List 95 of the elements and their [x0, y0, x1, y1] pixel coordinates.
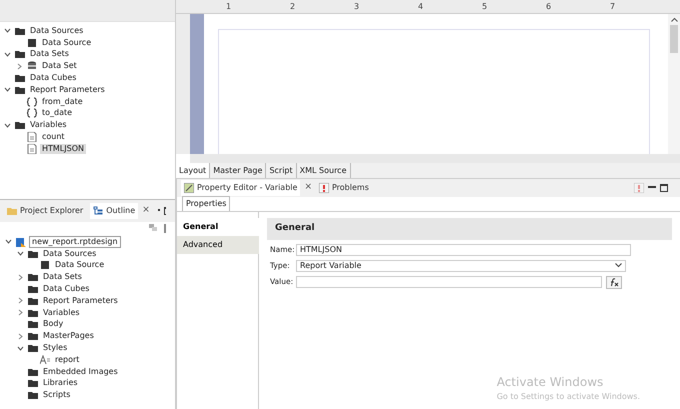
panel-tab[interactable]: Property Editor - Variable: [181, 180, 300, 196]
folder-icon: [28, 366, 38, 377]
chevron-right-icon[interactable]: [17, 297, 24, 304]
close-icon[interactable]: ×: [304, 181, 312, 195]
ruler-label: 1: [226, 0, 232, 12]
ruler-label: 6: [546, 0, 552, 12]
chevron-down-icon[interactable]: [4, 27, 11, 34]
value-field[interactable]: [296, 276, 602, 288]
ruler-label: 2: [290, 0, 296, 12]
folder-icon: [28, 378, 38, 388]
tree-item[interactable]: Data Cubes: [28, 73, 78, 84]
editor-tab[interactable]: Master Page: [210, 163, 266, 178]
tree-item[interactable]: Data Cubes: [41, 284, 92, 294]
editor-tab[interactable]: XML Source: [296, 163, 350, 178]
tree-item[interactable]: Data Set: [40, 61, 79, 72]
chevron-down-icon[interactable]: [4, 50, 11, 58]
chevron-right-icon[interactable]: [17, 332, 24, 340]
tree-item[interactable]: report: [53, 354, 82, 365]
outline-icon: [93, 206, 104, 216]
chevron-down-icon[interactable]: [17, 344, 24, 352]
report-icon: [16, 236, 26, 247]
editor-tab[interactable]: Script: [266, 163, 297, 178]
tree-item[interactable]: to_date: [40, 108, 74, 118]
properties-tab[interactable]: Properties: [182, 196, 230, 211]
tree-item[interactable]: Variables: [41, 308, 82, 318]
tree-item[interactable]: Data Sets: [28, 49, 71, 60]
tree-item[interactable]: Variables: [28, 120, 69, 130]
editor-tab[interactable]: Layout: [176, 163, 210, 178]
braces-icon: [27, 96, 37, 107]
chevron-right-icon[interactable]: [16, 62, 23, 70]
folder-icon: [28, 296, 38, 306]
chevron-down-icon[interactable]: [4, 122, 11, 129]
expression-builder-icon[interactable]: [606, 276, 622, 288]
tree-item[interactable]: HTMLJSON: [40, 144, 86, 154]
ruler-label: 3: [354, 0, 360, 12]
ruler-label: 5: [482, 0, 488, 12]
panel-tab[interactable]: Problems: [316, 180, 372, 196]
tree-item[interactable]: Data Sets: [41, 272, 84, 282]
panel-tab[interactable]: Outline: [90, 203, 138, 219]
horizontal-scrollbar[interactable]: [190, 154, 680, 163]
editor-icon: [184, 183, 194, 193]
folder-icon: [28, 272, 38, 282]
folder-icon: [28, 319, 38, 330]
chevron-down-icon[interactable]: [5, 238, 12, 246]
folder-icon: [28, 284, 38, 294]
folder-icon: [15, 26, 25, 36]
activation-title: Activate Windows: [496, 374, 604, 391]
scroll-up-icon[interactable]: [670, 17, 678, 22]
section-title: General: [267, 218, 672, 240]
tree-item[interactable]: from_date: [40, 96, 85, 107]
tree-item[interactable]: Report Parameters: [41, 296, 120, 306]
tree-item[interactable]: Body: [41, 319, 66, 330]
problems-icon: [318, 183, 329, 193]
tree-item[interactable]: new_report.rptdesign: [29, 236, 121, 248]
activation-message: Go to Settings to activate Windows.: [496, 391, 640, 403]
document-icon: [27, 144, 37, 154]
close-icon[interactable]: ×: [142, 204, 150, 218]
vertical-scrollbar[interactable]: [668, 14, 680, 154]
folder-icon: [15, 120, 25, 130]
folder-icon: [15, 49, 25, 60]
tree-item[interactable]: Embedded Images: [41, 366, 120, 377]
tree-item[interactable]: Libraries: [41, 378, 80, 388]
tree-item[interactable]: Data Sources: [28, 26, 86, 36]
chevron-right-icon[interactable]: [17, 274, 24, 281]
view-menu-icon[interactable]: [164, 224, 167, 232]
name-field[interactable]: HTMLJSON: [296, 244, 631, 256]
type-dropdown[interactable]: Report Variable: [296, 260, 626, 272]
folder-icon: [28, 343, 38, 354]
panel-tab[interactable]: Project Explorer: [4, 203, 86, 219]
chevron-right-icon[interactable]: [17, 309, 24, 316]
tree-item[interactable]: Scripts: [41, 390, 72, 400]
caret-icon[interactable]: [615, 263, 622, 268]
category-tab[interactable]: Advanced: [177, 236, 259, 254]
chevron-down-icon[interactable]: [17, 250, 24, 258]
tree-item[interactable]: Data Source: [40, 38, 94, 48]
tree-item[interactable]: count: [40, 132, 67, 142]
ruler-label: 7: [610, 0, 616, 12]
tree-item[interactable]: Styles: [41, 343, 70, 354]
folder-icon: [15, 84, 25, 95]
tree-item[interactable]: Report Parameters: [28, 84, 107, 95]
folder-icon: [15, 73, 25, 84]
ruler-label: 4: [418, 0, 424, 12]
folder-icon: [28, 308, 38, 318]
document-icon: [27, 132, 37, 142]
scrollbar-thumb[interactable]: [670, 25, 678, 53]
style-icon: [40, 354, 50, 365]
folder-icon: [28, 390, 38, 400]
folder-icon: [28, 331, 38, 342]
tree-item[interactable]: Data Sources: [41, 248, 98, 259]
chevron-down-icon[interactable]: [4, 86, 11, 94]
tree-item[interactable]: MasterPages: [41, 331, 96, 342]
folder-icon: [28, 248, 38, 259]
braces-icon: [27, 108, 37, 118]
project-icon: [7, 206, 17, 216]
tree-item[interactable]: Data Source: [53, 260, 106, 270]
